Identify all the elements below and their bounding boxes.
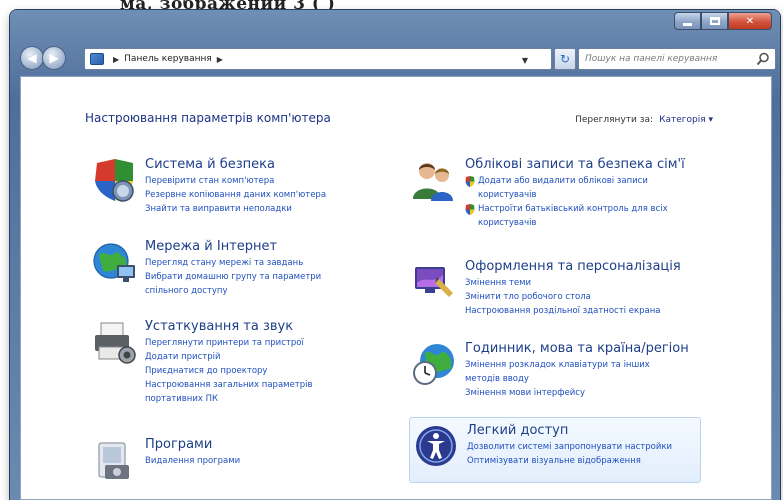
maximize-button[interactable] xyxy=(701,12,728,30)
link-add-device[interactable]: Додати пристрій xyxy=(145,350,313,364)
breadcrumb-arrow-icon[interactable]: ▶ xyxy=(113,55,119,64)
address-bar[interactable]: ▶ Панель керування ▶ ▼ xyxy=(84,48,552,70)
search-box[interactable] xyxy=(578,48,776,70)
view-by-label: Переглянути за: xyxy=(575,115,654,125)
category-appearance: Оформлення та персоналізація Змінення те… xyxy=(411,259,681,318)
close-icon: ✕ xyxy=(745,15,755,27)
category-user-accounts: Облікові записи та безпека сім'ї Додати … xyxy=(411,157,685,230)
control-panel-window: ✕ ◀ ▶ ▶ Панель керування ▶ ▼ ↻ Настроюва… xyxy=(10,10,780,500)
page-title: Настроювання параметрів комп'ютера xyxy=(85,111,331,125)
link-add-remove-accounts-2[interactable]: користувачів xyxy=(465,188,685,202)
content-area: Настроювання параметрів комп'ютера Перег… xyxy=(20,76,772,500)
window-caption-buttons: ✕ xyxy=(674,12,772,34)
category-title-ease-of-access[interactable]: Легкий доступ xyxy=(467,423,672,438)
category-title-hardware-sound[interactable]: Устаткування та звук xyxy=(145,319,313,334)
category-clock-region: Годинник, мова та країна/регіон Змінення… xyxy=(411,341,689,400)
link-homegroup[interactable]: Вибрати домашню групу та параметри xyxy=(145,270,321,284)
link-change-background[interactable]: Змінити тло робочого стола xyxy=(465,290,681,304)
appearance-icon[interactable] xyxy=(411,259,457,305)
link-add-remove-accounts[interactable]: Додати або видалити облікові записи xyxy=(465,174,685,188)
link-uninstall-program[interactable]: Видалення програми xyxy=(145,454,240,468)
category-ease-of-access: Легкий доступ Дозволити системі запропон… xyxy=(413,423,672,469)
link-devices-printers[interactable]: Переглянути принтери та пристрої xyxy=(145,336,313,350)
category-body: Облікові записи та безпека сім'ї Додати … xyxy=(465,157,685,230)
category-body: Легкий доступ Дозволити системі запропон… xyxy=(467,423,672,469)
minimize-icon xyxy=(683,23,692,26)
category-body: Мережа й Інтернет Перегляд стану мережі … xyxy=(145,239,321,298)
refresh-button[interactable]: ↻ xyxy=(554,48,576,70)
category-system-security: Система й безпека Перевірити стан комп'ю… xyxy=(91,157,326,216)
category-body: Годинник, мова та країна/регіон Змінення… xyxy=(465,341,689,400)
link-check-status[interactable]: Перевірити стан комп'ютера xyxy=(145,174,326,188)
link-mobility-settings-2[interactable]: портативних ПК xyxy=(145,392,313,406)
shield-icon[interactable] xyxy=(91,157,137,203)
link-optimize-display[interactable]: Оптимізувати візуальне відображення xyxy=(467,454,672,468)
view-by-dropdown[interactable]: Категорія xyxy=(659,115,713,125)
forward-arrow-icon: ▶ xyxy=(49,51,59,65)
control-panel-icon xyxy=(90,53,104,65)
category-title-network[interactable]: Мережа й Інтернет xyxy=(145,239,321,254)
category-title-clock-region[interactable]: Годинник, мова та країна/регіон xyxy=(465,341,689,356)
search-icon[interactable] xyxy=(756,52,770,66)
users-icon[interactable] xyxy=(411,157,457,203)
category-body: Система й безпека Перевірити стан комп'ю… xyxy=(145,157,326,216)
link-backup[interactable]: Резервне копіювання даних комп'ютера xyxy=(145,188,326,202)
link-homegroup-sharing[interactable]: спільного доступу xyxy=(145,284,321,298)
back-arrow-icon: ◀ xyxy=(27,51,37,65)
category-title-system-security[interactable]: Система й безпека xyxy=(145,157,326,172)
link-screen-resolution[interactable]: Настроювання роздільної здатності екрана xyxy=(465,304,681,318)
search-input[interactable] xyxy=(585,50,745,68)
link-parental-controls[interactable]: Настроїти батьківський контроль для всіх xyxy=(465,202,685,216)
ease-of-access-icon[interactable] xyxy=(413,423,459,469)
uac-shield-icon xyxy=(465,204,475,215)
category-title-programs[interactable]: Програми xyxy=(145,437,240,452)
close-button[interactable]: ✕ xyxy=(728,12,772,30)
link-change-display-language[interactable]: Змінення мови інтерфейсу xyxy=(465,386,689,400)
uac-shield-icon xyxy=(465,176,475,187)
minimize-button[interactable] xyxy=(674,12,701,30)
breadcrumb-control-panel[interactable]: Панель керування xyxy=(124,54,212,64)
category-hardware-sound: Устаткування та звук Переглянути принтер… xyxy=(91,319,313,406)
forward-button[interactable]: ▶ xyxy=(42,46,66,70)
link-change-keyboards-2[interactable]: методів вводу xyxy=(465,372,689,386)
category-body: Програми Видалення програми xyxy=(145,437,240,483)
link-troubleshoot[interactable]: Знайти та виправити неполадки xyxy=(145,202,326,216)
link-label[interactable]: Додати або видалити облікові записи xyxy=(478,176,648,186)
link-change-keyboards[interactable]: Змінення розкладок клавіатури та інших xyxy=(465,358,689,372)
breadcrumb-arrow-icon[interactable]: ▶ xyxy=(217,55,223,64)
clock-globe-icon[interactable] xyxy=(411,341,457,387)
link-network-status[interactable]: Перегляд стану мережі та завдань xyxy=(145,256,321,270)
printer-icon[interactable] xyxy=(91,319,137,365)
link-projector[interactable]: Приєднатися до проектору xyxy=(145,364,313,378)
view-by: Переглянути за: Категорія xyxy=(575,115,713,125)
maximize-icon xyxy=(709,17,720,25)
link-mobility-settings[interactable]: Настроювання загальних параметрів xyxy=(145,378,313,392)
link-recommend-settings[interactable]: Дозволити системі запропонувати настройк… xyxy=(467,440,672,454)
category-programs: Програми Видалення програми xyxy=(91,437,240,483)
category-title-user-accounts[interactable]: Облікові записи та безпека сім'ї xyxy=(465,157,685,172)
address-dropdown-icon[interactable]: ▼ xyxy=(519,53,531,67)
category-body: Оформлення та персоналізація Змінення те… xyxy=(465,259,681,318)
link-change-theme[interactable]: Змінення теми xyxy=(465,276,681,290)
network-globe-icon[interactable] xyxy=(91,239,137,285)
category-body: Устаткування та звук Переглянути принтер… xyxy=(145,319,313,406)
navigation-bar: ◀ ▶ ▶ Панель керування ▶ ▼ ↻ xyxy=(20,44,776,74)
category-network: Мережа й Інтернет Перегляд стану мережі … xyxy=(91,239,321,298)
category-title-appearance[interactable]: Оформлення та персоналізація xyxy=(465,259,681,274)
programs-icon[interactable] xyxy=(91,437,137,483)
link-parental-controls-2[interactable]: користувачів xyxy=(465,216,685,230)
refresh-icon: ↻ xyxy=(559,52,571,66)
link-label[interactable]: Настроїти батьківський контроль для всіх xyxy=(478,204,668,214)
back-button[interactable]: ◀ xyxy=(20,46,44,70)
